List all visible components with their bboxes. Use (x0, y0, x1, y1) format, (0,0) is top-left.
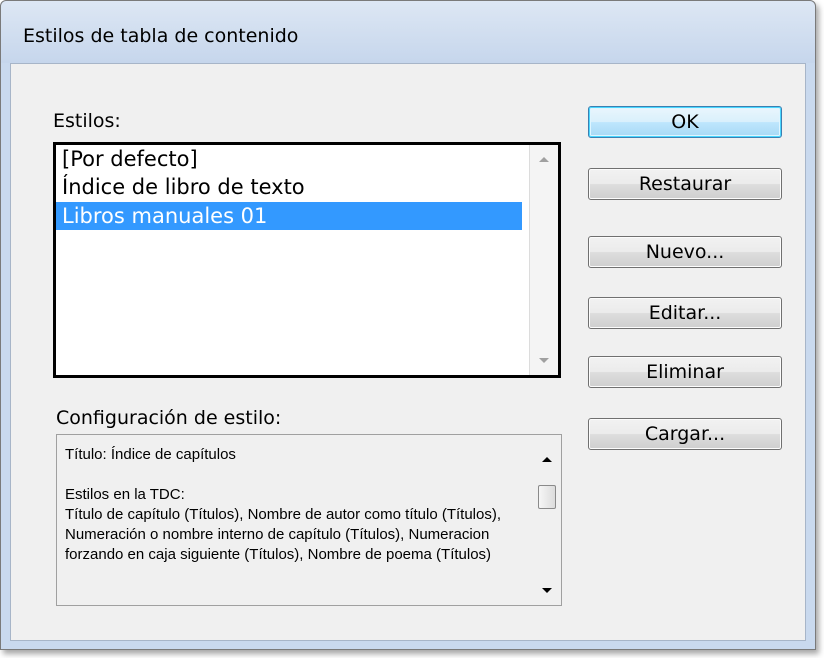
style-settings-box: Título: Índice de capítulos Estilos en l… (56, 434, 562, 606)
dialog-title: Estilos de tabla de contenido (23, 25, 299, 47)
style-settings-text: Título: Índice de capítulos Estilos en l… (65, 446, 502, 563)
title-bar[interactable]: Estilos de tabla de contenido (1, 1, 815, 63)
cargar-button[interactable]: Cargar... (588, 418, 782, 450)
dialog-window: Estilos de tabla de contenido Estilos: [… (0, 0, 816, 650)
eliminar-button[interactable]: Eliminar (588, 356, 782, 388)
settings-label: Configuración de estilo: (56, 407, 282, 429)
scroll-down-arrow-icon[interactable] (539, 358, 549, 363)
styles-label: Estilos: (53, 110, 121, 132)
nuevo-button[interactable]: Nuevo... (588, 236, 782, 268)
dialog-body: Estilos: [Por defecto] Índice de libro d… (10, 63, 806, 641)
style-item-indice-libro-texto[interactable]: Índice de libro de texto (56, 173, 522, 201)
style-item-libros-manuales-01[interactable]: Libros manuales 01 (56, 202, 522, 230)
scroll-up-arrow-icon[interactable] (539, 157, 549, 162)
editar-button[interactable]: Editar... (588, 297, 782, 329)
settings-scrollbar[interactable] (533, 435, 561, 605)
ok-button[interactable]: OK (588, 106, 782, 138)
scroll-down-arrow-icon[interactable] (542, 588, 552, 593)
scroll-up-arrow-icon[interactable] (542, 457, 552, 462)
restaurar-button[interactable]: Restaurar (588, 168, 782, 200)
styles-listbox[interactable]: [Por defecto] Índice de libro de texto L… (53, 142, 561, 378)
style-item-por-defecto[interactable]: [Por defecto] (56, 145, 522, 173)
styles-scrollbar[interactable] (529, 145, 558, 375)
scroll-thumb[interactable] (538, 485, 556, 509)
